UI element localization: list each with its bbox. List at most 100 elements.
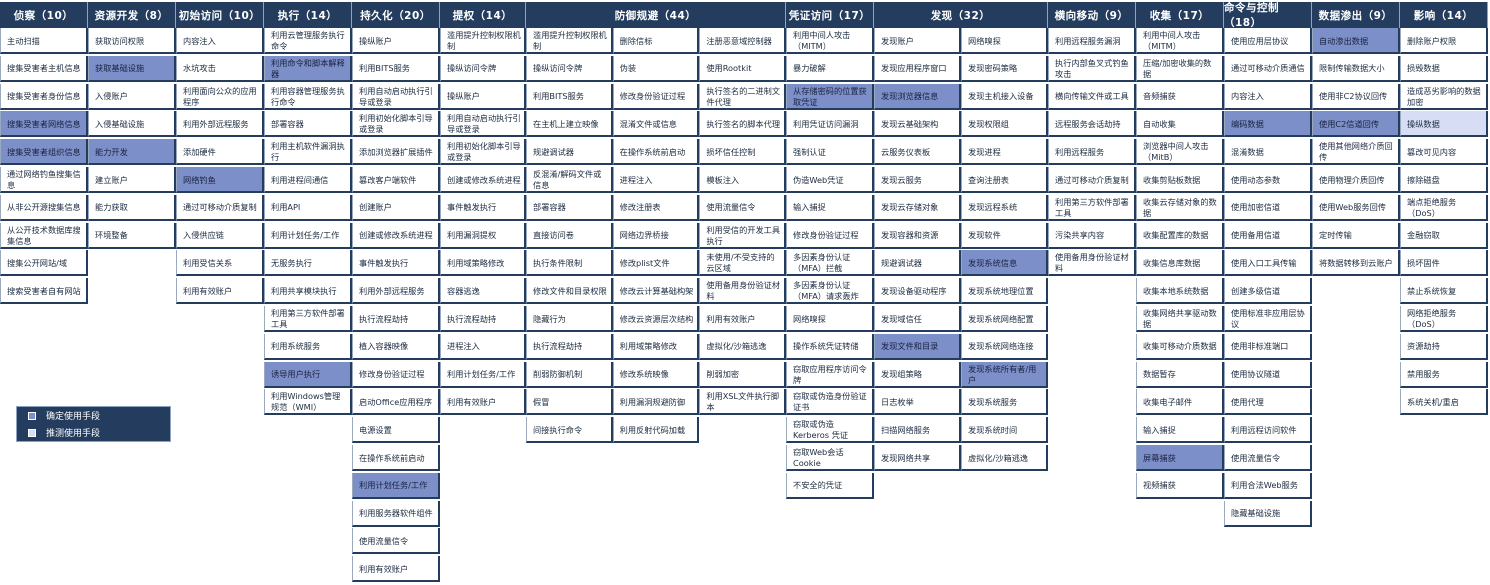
technique-cell[interactable]: 利用凭证访问漏洞 [786, 111, 874, 138]
technique-cell[interactable]: 利用第三方软件部署工具 [264, 306, 352, 332]
technique-cell[interactable]: 暴力破解 [786, 55, 874, 82]
technique-cell[interactable]: 系统关机/重启 [1400, 389, 1488, 416]
technique-cell[interactable]: 修改文件和目录权限 [526, 278, 613, 305]
technique-cell[interactable]: 修改云计算基础构架 [612, 278, 700, 305]
technique-cell[interactable]: 网络嗅探 [786, 306, 874, 332]
technique-cell[interactable]: 利用云管理服务执行命令 [264, 28, 352, 54]
technique-cell[interactable]: 利用进程间通信 [264, 167, 352, 193]
tactic-header[interactable]: 凭证访问（17） [786, 2, 874, 28]
technique-cell[interactable]: 利用命令和脚本解释器 [264, 55, 352, 82]
technique-cell[interactable]: 利用中间人攻击（MITM） [1136, 28, 1224, 54]
technique-cell[interactable]: 从非公开源搜集信息 [0, 194, 88, 221]
technique-cell[interactable]: 发现账户 [874, 28, 961, 54]
technique-cell[interactable]: 使用入口工具传输 [1224, 250, 1312, 277]
technique-cell[interactable]: 搜集受害者主机信息 [0, 55, 88, 82]
technique-cell[interactable]: 使用C2信道回传 [1312, 111, 1400, 138]
technique-cell[interactable]: 入侵账户 [88, 83, 176, 110]
technique-cell[interactable]: 利用外部远程服务 [176, 111, 264, 138]
technique-cell[interactable]: 利用远程服务漏洞 [1048, 28, 1136, 54]
technique-cell[interactable]: 在主机上建立映像 [526, 111, 613, 138]
technique-cell[interactable]: 利用受信关系 [176, 250, 264, 277]
technique-cell[interactable]: 假冒 [526, 389, 613, 416]
technique-cell[interactable]: 无服务执行 [264, 250, 352, 277]
technique-cell[interactable]: 创建或修改系统进程 [352, 222, 440, 249]
technique-cell[interactable]: 获取访问权限 [88, 28, 176, 54]
technique-cell[interactable]: 搜集公开网站/域 [0, 250, 88, 277]
technique-cell[interactable]: 在操作系统前启动 [612, 139, 700, 166]
technique-cell[interactable]: 通过可移动介质通信 [1224, 55, 1312, 82]
technique-cell[interactable]: 利用自动启动执行引导或登录 [352, 83, 440, 110]
technique-cell[interactable]: 利用有效账户 [352, 556, 440, 583]
technique-cell[interactable]: 使用Rootkit [699, 55, 786, 82]
technique-cell[interactable]: 事件触发执行 [352, 250, 440, 277]
technique-cell[interactable]: 创建多级信道 [1224, 278, 1312, 305]
technique-cell[interactable]: 内容注入 [1224, 83, 1312, 110]
technique-cell[interactable]: 利用受信的开发工具执行 [699, 222, 786, 249]
technique-cell[interactable]: 隐藏基础设施 [1224, 500, 1312, 527]
technique-cell[interactable]: 发现远程系统 [961, 194, 1048, 221]
technique-cell[interactable]: 建立账户 [88, 167, 176, 193]
technique-cell[interactable]: 音频捕获 [1136, 83, 1224, 110]
technique-cell[interactable]: 执行流程劫持 [440, 306, 526, 332]
technique-cell[interactable]: 发现系统时间 [961, 417, 1048, 444]
technique-cell[interactable]: 利用Windows管理规范（WMI） [264, 389, 352, 416]
tactic-header[interactable]: 提权（14） [440, 2, 526, 28]
technique-cell[interactable]: 创建或修改系统进程 [440, 167, 526, 193]
technique-cell[interactable]: 利用有效账户 [699, 306, 786, 332]
technique-cell[interactable]: 直接访问卷 [526, 222, 613, 249]
technique-cell[interactable]: 利用初始化脚本引导或登录 [440, 139, 526, 166]
technique-cell[interactable]: 操纵账户 [440, 83, 526, 110]
technique-cell[interactable]: 收集配置库的数据 [1136, 222, 1224, 249]
technique-cell[interactable]: 定时传输 [1312, 222, 1400, 249]
technique-cell[interactable]: 削弱防御机制 [526, 361, 613, 388]
technique-cell[interactable]: 伪造Web凭证 [786, 167, 874, 193]
technique-cell[interactable]: 利用计划任务/工作 [352, 472, 440, 499]
technique-cell[interactable]: 编码数据 [1224, 111, 1312, 138]
technique-cell[interactable]: 通过网络钓鱼搜集信息 [0, 167, 88, 193]
technique-cell[interactable]: 篡改客户端软件 [352, 167, 440, 193]
technique-cell[interactable]: 窃取Web会话Cookie [786, 445, 874, 471]
technique-cell[interactable]: 发现软件 [961, 222, 1048, 249]
technique-cell[interactable]: 规避调试器 [874, 250, 961, 277]
technique-cell[interactable]: 利用远程访问软件 [1224, 417, 1312, 444]
technique-cell[interactable]: 扫描网络服务 [874, 417, 961, 444]
tactic-header[interactable]: 防御规避（44） [526, 2, 786, 28]
technique-cell[interactable]: 利用漏洞规避防御 [612, 389, 700, 416]
technique-cell[interactable]: 发现云基础架构 [874, 111, 961, 138]
technique-cell[interactable]: 发现容器和资源 [874, 222, 961, 249]
tactic-header[interactable]: 数据渗出（9） [1312, 2, 1400, 28]
technique-cell[interactable]: 使用加密信道 [1224, 194, 1312, 221]
technique-cell[interactable]: 修改系统映像 [612, 361, 700, 388]
technique-cell[interactable]: 利用域策略修改 [440, 250, 526, 277]
technique-cell[interactable]: 规避调试器 [526, 139, 613, 166]
technique-cell[interactable]: 将数据转移到云账户 [1312, 250, 1400, 277]
technique-cell[interactable]: 操纵访问令牌 [440, 55, 526, 82]
technique-cell[interactable]: 发现浏览器信息 [874, 83, 961, 110]
technique-cell[interactable]: 利用自动启动执行引导或登录 [440, 111, 526, 138]
technique-cell[interactable]: 日志枚举 [874, 389, 961, 416]
technique-cell[interactable]: 操纵账户 [352, 28, 440, 54]
tactic-header[interactable]: 侦察（10） [0, 2, 88, 28]
technique-cell[interactable]: 利用容器管理服务执行命令 [264, 83, 352, 110]
technique-cell[interactable]: 收集本地系统数据 [1136, 278, 1224, 305]
technique-cell[interactable]: 收集网络共享驱动数据 [1136, 306, 1224, 332]
tactic-header[interactable]: 初始访问（10） [176, 2, 264, 28]
technique-cell[interactable]: 利用主机软件漏洞执行 [264, 139, 352, 166]
technique-cell[interactable]: 修改注册表 [612, 194, 700, 221]
technique-cell[interactable]: 内容注入 [176, 28, 264, 54]
technique-cell[interactable]: 多因素身份认证（MFA）拦截 [786, 250, 874, 277]
technique-cell[interactable]: 未使用/不受支持的云区域 [699, 250, 786, 277]
technique-cell[interactable]: 虚拟化/沙箱逃逸 [699, 333, 786, 360]
technique-cell[interactable]: 强制认证 [786, 139, 874, 166]
technique-cell[interactable]: 擦除磁盘 [1400, 167, 1488, 193]
technique-cell[interactable]: 使用备用身份验证材料 [699, 278, 786, 305]
technique-cell[interactable]: 修改身份验证过程 [612, 83, 700, 110]
technique-cell[interactable]: 多因素身份认证（MFA）请求轰炸 [786, 278, 874, 305]
technique-cell[interactable]: 添加浏览器扩展插件 [352, 139, 440, 166]
technique-cell[interactable]: 发现设备驱动程序 [874, 278, 961, 305]
tactic-header[interactable]: 影响（14） [1400, 2, 1488, 28]
technique-cell[interactable]: 环境整备 [88, 222, 176, 249]
technique-cell[interactable]: 使用流量信令 [699, 194, 786, 221]
technique-cell[interactable]: 金融窃取 [1400, 222, 1488, 249]
technique-cell[interactable]: 收集剪贴板数据 [1136, 167, 1224, 193]
